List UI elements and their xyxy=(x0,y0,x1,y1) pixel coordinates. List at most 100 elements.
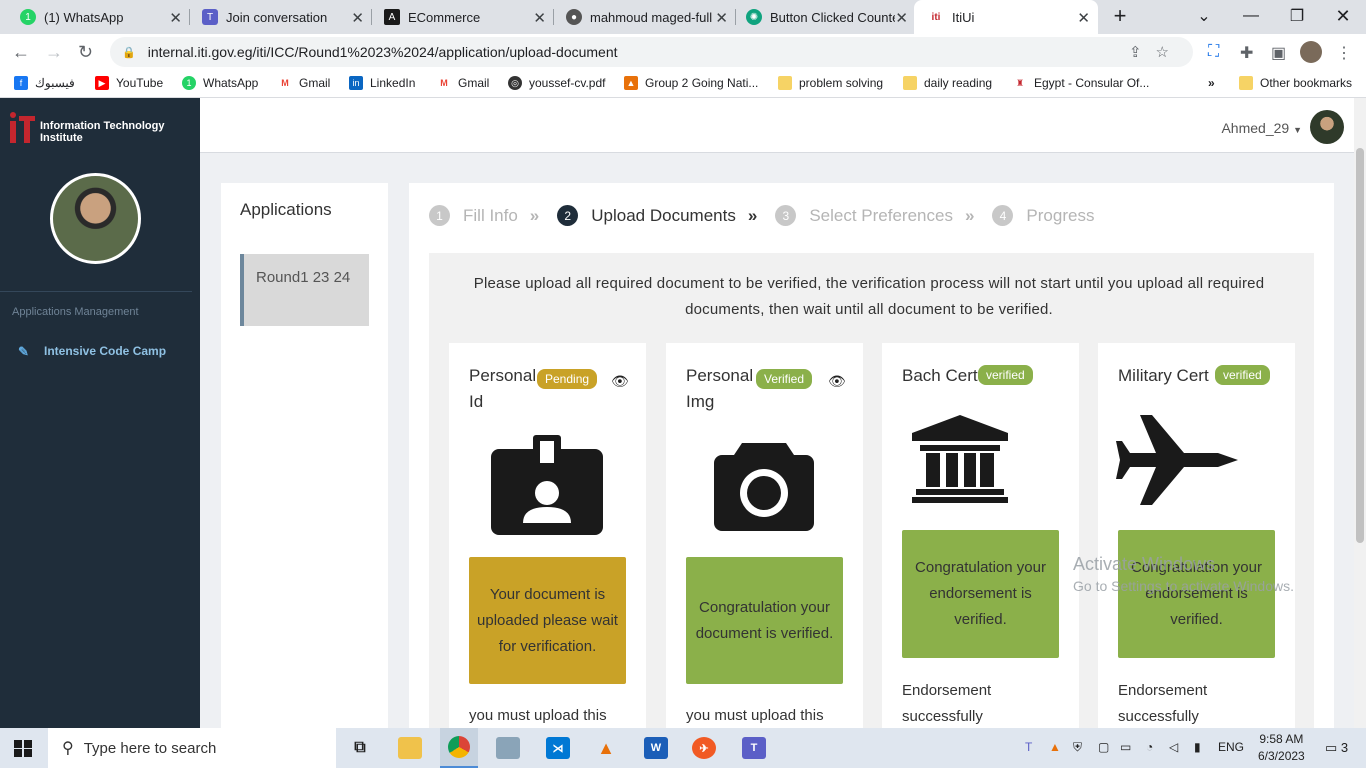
wifi-icon[interactable]: ◔ xyxy=(1146,740,1153,754)
browser-tab[interactable]: T Join conversation ✕ xyxy=(188,0,372,34)
lock-icon[interactable]: 🔒 xyxy=(122,46,136,59)
facebook-icon: f xyxy=(14,76,28,90)
profile-icon[interactable] xyxy=(1300,41,1322,63)
notes-icon[interactable] xyxy=(496,737,520,759)
forward-icon[interactable]: → xyxy=(45,42,63,63)
eye-icon[interactable]: 👁 xyxy=(828,373,846,390)
tab-search-icon[interactable]: ⌄ xyxy=(1181,0,1227,32)
bookmark-folder[interactable]: problem solving xyxy=(778,76,883,90)
bookmark[interactable]: ♜ Egypt - Consular Of... xyxy=(1013,76,1149,90)
system-clock[interactable]: 9:58 AM 6/3/2023 xyxy=(1258,731,1305,765)
browser-toolbar: ← → ↻ 🔒 internal.iti.gov.eg/iti/ICC/Roun… xyxy=(0,34,1366,70)
sidebar: Information Technology Institute Applica… xyxy=(0,98,200,728)
screenshot-icon[interactable]: ⛶ xyxy=(1208,43,1219,61)
close-icon[interactable]: ✕ xyxy=(715,9,728,27)
share-star-icons[interactable]: ⇪☆ xyxy=(1129,43,1183,61)
chrome-taskbar-icon[interactable] xyxy=(440,728,478,768)
browser-tab[interactable]: ✺ Button Clicked Counte ✕ xyxy=(732,0,916,34)
bookmark[interactable]: f فيسبوك xyxy=(14,76,75,90)
new-tab-button[interactable]: + xyxy=(1097,0,1143,32)
close-icon[interactable]: ✕ xyxy=(1077,9,1090,27)
scrollbar-thumb[interactable] xyxy=(1356,148,1364,543)
browser-tab-active[interactable]: iti ItiUi ✕ xyxy=(914,0,1098,34)
browser-tab[interactable]: ● mahmoud maged-full ✕ xyxy=(552,0,736,34)
vlc-icon[interactable]: ▲ xyxy=(594,737,618,759)
device-icon[interactable]: ▢ xyxy=(1098,740,1109,754)
chevron-right-icon: » xyxy=(529,205,540,225)
step-label: Select Preferences xyxy=(809,205,953,225)
volume-icon[interactable]: ◁ xyxy=(1169,740,1178,754)
step-number: 4 xyxy=(992,205,1014,226)
back-icon[interactable]: ← xyxy=(12,42,30,63)
bookmark-folder[interactable]: daily reading xyxy=(903,76,992,90)
brand[interactable]: Information Technology Institute xyxy=(10,112,180,144)
close-icon[interactable]: ✕ xyxy=(169,9,182,27)
bookmark[interactable]: ▶ YouTube xyxy=(95,76,163,90)
sidepanel-icon[interactable]: ▣ xyxy=(1271,43,1286,63)
url-text[interactable]: internal.iti.gov.eg/iti/ICC/Round1%2023%… xyxy=(148,44,618,60)
battery-icon[interactable]: ▭ xyxy=(1120,740,1131,754)
bookmark-label: Group 2 Going Nati... xyxy=(645,76,759,90)
more-bookmarks-icon[interactable]: » xyxy=(1208,76,1215,90)
egypt-icon: ♜ xyxy=(1013,76,1027,90)
browser-tab[interactable]: 1 (1) WhatsApp ✕ xyxy=(6,0,190,34)
teams-tray-icon[interactable]: T xyxy=(1025,740,1032,754)
word-icon[interactable]: W xyxy=(644,737,668,759)
teams-icon[interactable]: T xyxy=(742,737,766,759)
step-label: Progress xyxy=(1026,205,1095,225)
folder-icon xyxy=(903,76,917,90)
caret-down-icon: ▼ xyxy=(1293,125,1302,135)
sidebar-item-label: Intensive Code Camp xyxy=(44,344,167,358)
shield-icon[interactable]: ⛨ xyxy=(1073,740,1082,755)
other-bookmarks[interactable]: Other bookmarks xyxy=(1239,76,1352,90)
vscode-icon[interactable]: ⋊ xyxy=(546,737,570,759)
application-round-item[interactable]: Round1 23 24 xyxy=(240,254,369,326)
watermark-title: Activate Windows xyxy=(1073,554,1216,574)
bookmark[interactable]: M Gmail xyxy=(437,76,489,90)
minimize-button[interactable]: — xyxy=(1228,0,1274,32)
step-number: 3 xyxy=(775,205,797,226)
maximize-button[interactable]: ❐ xyxy=(1274,0,1320,32)
close-icon[interactable]: ✕ xyxy=(533,9,546,27)
notification-count: 3 xyxy=(1340,740,1349,755)
step-select-preferences[interactable]: 3 Select Preferences xyxy=(775,205,953,226)
bookmark[interactable]: 1 WhatsApp xyxy=(182,76,258,90)
bookmark[interactable]: ▲ Group 2 Going Nati... xyxy=(624,76,758,90)
reload-icon[interactable]: ↻ xyxy=(78,42,93,63)
whatsapp-icon: 1 xyxy=(20,9,36,25)
language-indicator[interactable]: ENG xyxy=(1218,740,1244,754)
browser-tab[interactable]: A ECommerce ✕ xyxy=(370,0,554,34)
bookmark[interactable]: in LinkedIn xyxy=(349,76,415,90)
sidebar-section-title: Applications Management xyxy=(12,306,139,318)
whatsapp-icon: 1 xyxy=(182,76,196,90)
avatar[interactable] xyxy=(1310,110,1344,144)
file-explorer-icon[interactable] xyxy=(398,737,422,759)
bookmark-label: WhatsApp xyxy=(203,76,259,90)
step-number: 1 xyxy=(429,205,450,226)
close-icon[interactable]: ✕ xyxy=(895,9,908,27)
task-view-icon[interactable]: ⧉ xyxy=(348,737,372,759)
eye-icon[interactable]: 👁 xyxy=(611,373,629,390)
tab-title: Join conversation xyxy=(226,9,328,25)
step-progress[interactable]: 4 Progress xyxy=(992,205,1094,226)
step-upload-documents[interactable]: 2 Upload Documents xyxy=(557,205,736,226)
close-window-button[interactable]: ✕ xyxy=(1320,0,1366,32)
sidebar-item-intensive-code-camp[interactable]: ✎ Intensive Code Camp xyxy=(18,344,167,359)
user-menu[interactable]: Ahmed_29 ▼ xyxy=(1221,120,1302,136)
microphone-icon[interactable]: ▮ xyxy=(1194,740,1201,754)
address-bar[interactable]: 🔒 internal.iti.gov.eg/iti/ICC/Round1%202… xyxy=(110,37,1193,67)
windows-start-icon[interactable] xyxy=(14,740,32,757)
step-fill-info[interactable]: 1 Fill Info xyxy=(429,205,518,226)
menu-icon[interactable]: ⋮ xyxy=(1336,43,1352,63)
close-icon[interactable]: ✕ xyxy=(351,9,364,27)
notification-icon[interactable]: ▭ 3 xyxy=(1325,740,1348,756)
vlc-tray-icon[interactable]: ▲ xyxy=(1049,740,1061,754)
bookmark[interactable]: ◎ youssef-cv.pdf xyxy=(508,76,605,90)
card-title: Personal Img xyxy=(686,366,754,411)
extensions-icon[interactable]: ✚ xyxy=(1240,43,1253,63)
scrollbar[interactable] xyxy=(1354,98,1366,728)
taskbar-search-box[interactable]: ⚲ Type here to search xyxy=(48,728,336,768)
web-page: Information Technology Institute Applica… xyxy=(0,98,1366,728)
postman-icon[interactable]: ✈ xyxy=(692,737,716,759)
bookmark[interactable]: M Gmail xyxy=(278,76,330,90)
